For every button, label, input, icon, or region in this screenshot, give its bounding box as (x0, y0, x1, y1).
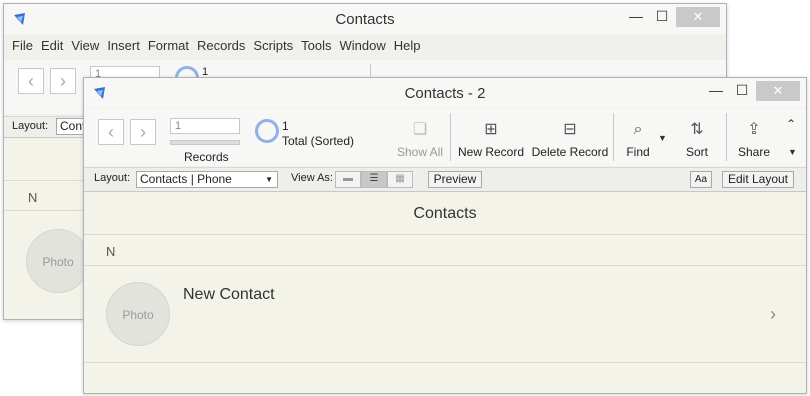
menu-help[interactable]: Help (394, 38, 421, 53)
show-all-icon: ❏ (412, 121, 428, 138)
menu-edit[interactable]: Edit (41, 38, 63, 53)
menu-file[interactable]: File (12, 38, 33, 53)
menu-records[interactable]: Records (197, 38, 245, 53)
toolbar-menu-icon[interactable]: ▼ (788, 147, 797, 157)
sort-icon: ⇅ (690, 121, 704, 138)
front-content: Contacts N Photo New Contact › (84, 192, 806, 393)
find-button[interactable]: ⌕ Find (618, 119, 658, 159)
back-titlebar[interactable]: Contacts — ☐ ✕ (4, 4, 726, 34)
contact-name: New Contact (183, 286, 275, 303)
share-icon: ⇪ (747, 121, 761, 138)
layout-select[interactable]: Contacts | Phone ▼ (136, 171, 278, 188)
plus-icon: ⊞ (484, 121, 498, 138)
back-record-button[interactable]: ‹ (98, 119, 124, 145)
layout-header-title: Contacts (413, 205, 477, 222)
view-as-label: View As: (291, 172, 333, 184)
chevron-right-icon: › (770, 304, 776, 324)
menu-window[interactable]: Window (340, 38, 386, 53)
table-view-icon[interactable]: ▦ (387, 171, 413, 188)
show-all-button[interactable]: ❏ Show All (392, 119, 448, 159)
magnifier-icon: ⌕ (633, 121, 643, 138)
menu-insert[interactable]: Insert (107, 38, 140, 53)
front-toolbar: ‹ › 1 Records 1 Total (Sorted) ❏ Show Al… (84, 109, 806, 166)
minus-icon: ⊟ (563, 121, 577, 138)
chevron-down-icon: ▼ (265, 175, 273, 184)
menu-scripts[interactable]: Scripts (253, 38, 293, 53)
back-window-title: Contacts (335, 11, 395, 28)
forward-record-button[interactable]: › (130, 119, 156, 145)
menu-format[interactable]: Format (148, 38, 189, 53)
front-window[interactable]: Contacts - 2 — ☐ ✕ ‹ › 1 Records 1 Total… (83, 77, 807, 394)
sort-button[interactable]: ⇅ Sort (678, 119, 716, 159)
form-view-icon[interactable]: ▬ (335, 171, 361, 188)
close-icon[interactable]: ✕ (676, 7, 720, 27)
contact-photo: Photo (106, 282, 170, 346)
minimize-icon[interactable]: — (702, 81, 730, 101)
forward-record-button[interactable]: › (50, 68, 76, 94)
back-record-button[interactable]: ‹ (18, 68, 44, 94)
section-letter: N (106, 244, 116, 259)
back-menubar: File Edit View Insert Format Records Scripts To… (4, 38, 726, 58)
view-as-toggles: ▬ ☰ ▦ (335, 171, 415, 188)
back-layout-label: Layout: (12, 120, 49, 132)
back-contact-photo: Photo (26, 229, 90, 293)
list-view-icon[interactable]: ☰ (361, 171, 387, 188)
find-dropdown-icon[interactable]: ▼ (658, 133, 667, 143)
records-label: Records (184, 150, 229, 164)
maximize-icon[interactable]: ☐ (728, 81, 756, 101)
minimize-icon[interactable]: — (622, 7, 650, 27)
close-icon[interactable]: ✕ (756, 81, 800, 101)
front-titlebar[interactable]: Contacts - 2 — ☐ ✕ (84, 78, 806, 108)
preview-button[interactable]: Preview (428, 171, 482, 188)
maximize-icon[interactable]: ☐ (648, 7, 676, 27)
record-slider[interactable] (170, 140, 240, 145)
contact-row[interactable]: Photo New Contact › (84, 266, 806, 363)
delete-record-button[interactable]: ⊟ Delete Record (530, 119, 610, 159)
found-count: 1 (282, 119, 289, 133)
front-window-title: Contacts - 2 (404, 85, 486, 102)
found-set-icon (255, 119, 279, 143)
text-format-button[interactable]: Aa (690, 171, 712, 188)
menu-tools[interactable]: Tools (301, 38, 331, 53)
layout-bar: Layout: Contacts | Phone ▼ View As: ▬ ☰ … (84, 167, 806, 192)
record-number-field[interactable]: 1 (170, 118, 240, 134)
section-header-row (84, 235, 806, 266)
layout-label: Layout: (94, 172, 131, 184)
share-button[interactable]: ⇪ Share (732, 119, 776, 159)
edit-layout-button[interactable]: Edit Layout (722, 171, 794, 188)
found-status: Total (Sorted) (282, 134, 355, 148)
collapse-toolbar-icon[interactable]: ⌃ (786, 117, 796, 131)
menu-view[interactable]: View (71, 38, 99, 53)
new-record-button[interactable]: ⊞ New Record (456, 119, 526, 159)
